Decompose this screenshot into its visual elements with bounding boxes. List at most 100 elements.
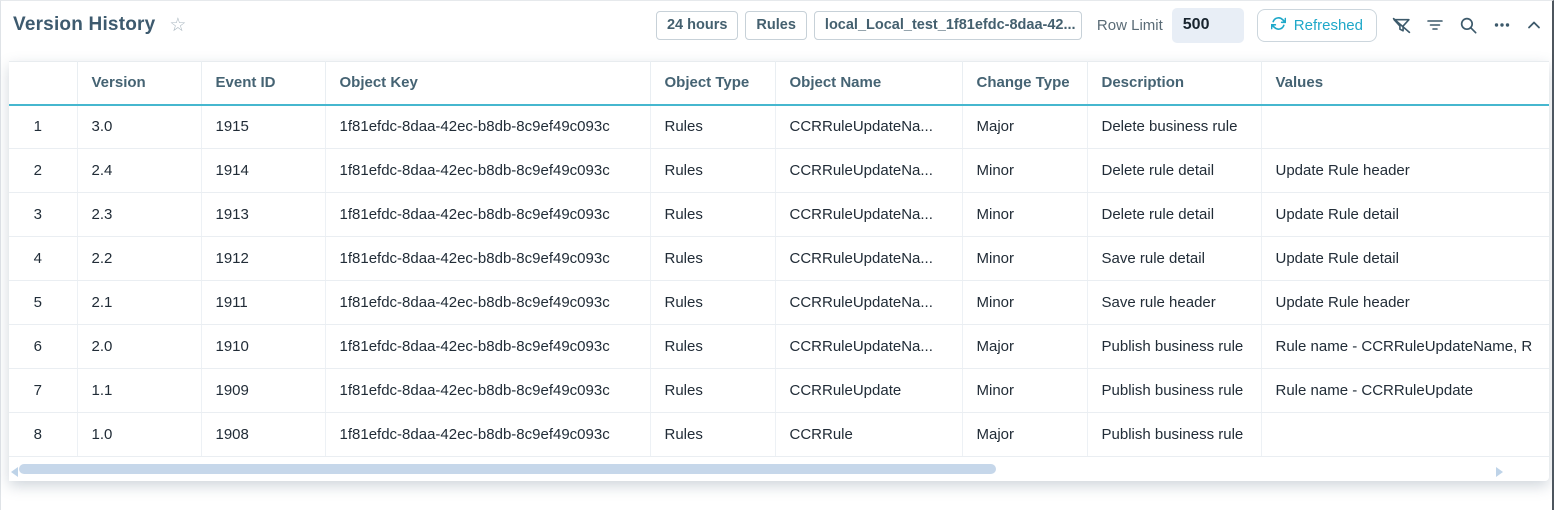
refresh-button-label: Refreshed [1294, 17, 1363, 34]
cell-object-name: CCRRuleUpdateNa... [775, 325, 962, 369]
cell-change-type: Minor [962, 369, 1087, 413]
cell-object-type: Rules [650, 325, 775, 369]
row-index: 5 [9, 281, 77, 325]
cell-event-id: 1913 [201, 193, 325, 237]
cell-values: Update Rule detail [1261, 193, 1549, 237]
row-index: 7 [9, 369, 77, 413]
scroll-left-arrow-icon[interactable] [11, 464, 18, 482]
cell-description: Delete rule detail [1087, 149, 1261, 193]
cell-change-type: Major [962, 325, 1087, 369]
cell-object-name: CCRRuleUpdate [775, 369, 962, 413]
cell-version: 1.0 [77, 413, 201, 457]
cell-object-name: CCRRuleUpdateNa... [775, 149, 962, 193]
horizontal-scrollbar[interactable] [9, 457, 1549, 481]
cell-object-key: 1f81efdc-8daa-42ec-b8db-8c9ef49c093c [325, 105, 650, 149]
row-index: 4 [9, 237, 77, 281]
cell-object-name: CCRRuleUpdateNa... [775, 193, 962, 237]
column-header-object-name[interactable]: Object Name [775, 62, 962, 105]
column-header-change-type[interactable]: Change Type [962, 62, 1087, 105]
cell-object-name: CCRRule [775, 413, 962, 457]
cell-object-name: CCRRuleUpdateNa... [775, 281, 962, 325]
filter-pill-object-key-label: local_Local_test_1f81efdc-8daa-42... [825, 17, 1076, 33]
filter-pill-object-type-label: Rules [756, 17, 796, 33]
cell-change-type: Minor [962, 281, 1087, 325]
filter-pill-time-range[interactable]: 24 hours [656, 11, 738, 40]
column-header-object-key[interactable]: Object Key [325, 62, 650, 105]
cell-version: 3.0 [77, 105, 201, 149]
version-history-table-card: Version Event ID Object Key Object Type … [9, 61, 1549, 481]
cell-object-type: Rules [650, 193, 775, 237]
row-index: 2 [9, 149, 77, 193]
cell-version: 2.0 [77, 325, 201, 369]
cell-values [1261, 105, 1549, 149]
cell-object-type: Rules [650, 149, 775, 193]
cell-description: Delete business rule [1087, 105, 1261, 149]
version-history-table: Version Event ID Object Key Object Type … [9, 61, 1549, 457]
scrollbar-thumb[interactable] [19, 464, 996, 474]
cell-object-type: Rules [650, 237, 775, 281]
cell-change-type: Minor [962, 193, 1087, 237]
column-header-index [9, 62, 77, 105]
cell-values: Update Rule header [1261, 149, 1549, 193]
page-title: Version History [13, 14, 155, 36]
table-row: 2 2.4 1914 1f81efdc-8daa-42ec-b8db-8c9ef… [9, 149, 1549, 193]
column-header-description[interactable]: Description [1087, 62, 1261, 105]
search-icon[interactable] [1459, 16, 1478, 35]
cell-object-key: 1f81efdc-8daa-42ec-b8db-8c9ef49c093c [325, 369, 650, 413]
cell-description: Save rule detail [1087, 237, 1261, 281]
cell-object-key: 1f81efdc-8daa-42ec-b8db-8c9ef49c093c [325, 413, 650, 457]
cell-description: Publish business rule [1087, 325, 1261, 369]
cell-event-id: 1915 [201, 105, 325, 149]
cell-description: Save rule header [1087, 281, 1261, 325]
cell-description: Delete rule detail [1087, 193, 1261, 237]
cell-object-type: Rules [650, 413, 775, 457]
cell-change-type: Major [962, 413, 1087, 457]
cell-version: 2.1 [77, 281, 201, 325]
cell-values: Update Rule detail [1261, 237, 1549, 281]
cell-values: Update Rule header [1261, 281, 1549, 325]
row-index: 3 [9, 193, 77, 237]
cell-values [1261, 413, 1549, 457]
clear-filter-icon[interactable] [1392, 16, 1411, 35]
cell-object-name: CCRRuleUpdateNa... [775, 105, 962, 149]
chart-header: Version History ☆ 24 hours Rules local_L… [1, 1, 1552, 49]
table-row: 8 1.0 1908 1f81efdc-8daa-42ec-b8db-8c9ef… [9, 413, 1549, 457]
filter-pill-object-key[interactable]: local_Local_test_1f81efdc-8daa-42... [814, 11, 1082, 40]
row-limit-input[interactable] [1172, 8, 1244, 43]
table-row: 3 2.3 1913 1f81efdc-8daa-42ec-b8db-8c9ef… [9, 193, 1549, 237]
cell-version: 1.1 [77, 369, 201, 413]
cell-values: Rule name - CCRRuleUpdateName, R [1261, 325, 1549, 369]
filter-lines-icon[interactable] [1426, 16, 1444, 34]
cell-object-key: 1f81efdc-8daa-42ec-b8db-8c9ef49c093c [325, 193, 650, 237]
cell-object-key: 1f81efdc-8daa-42ec-b8db-8c9ef49c093c [325, 237, 650, 281]
column-header-object-type[interactable]: Object Type [650, 62, 775, 105]
cell-event-id: 1914 [201, 149, 325, 193]
filter-pill-time-range-label: 24 hours [667, 17, 727, 33]
column-header-version[interactable]: Version [77, 62, 201, 105]
cell-event-id: 1910 [201, 325, 325, 369]
cell-description: Publish business rule [1087, 413, 1261, 457]
row-limit-label: Row Limit [1097, 17, 1163, 34]
refresh-icon [1271, 16, 1286, 35]
cell-change-type: Major [962, 105, 1087, 149]
scroll-right-arrow-icon[interactable] [1496, 464, 1503, 482]
table-header-row: Version Event ID Object Key Object Type … [9, 62, 1549, 105]
cell-version: 2.3 [77, 193, 201, 237]
refresh-button[interactable]: Refreshed [1257, 9, 1377, 42]
more-icon[interactable] [1493, 16, 1511, 34]
cell-object-type: Rules [650, 369, 775, 413]
cell-object-type: Rules [650, 281, 775, 325]
cell-object-name: CCRRuleUpdateNa... [775, 237, 962, 281]
cell-event-id: 1909 [201, 369, 325, 413]
cell-event-id: 1911 [201, 281, 325, 325]
filter-pill-object-type[interactable]: Rules [745, 11, 807, 40]
row-index: 8 [9, 413, 77, 457]
cell-version: 2.2 [77, 237, 201, 281]
favorite-star-icon[interactable]: ☆ [169, 16, 186, 35]
column-header-event-id[interactable]: Event ID [201, 62, 325, 105]
cell-event-id: 1908 [201, 413, 325, 457]
column-header-values[interactable]: Values [1261, 62, 1549, 105]
collapse-chevron-up-icon[interactable] [1526, 17, 1542, 33]
cell-object-key: 1f81efdc-8daa-42ec-b8db-8c9ef49c093c [325, 281, 650, 325]
table-row: 7 1.1 1909 1f81efdc-8daa-42ec-b8db-8c9ef… [9, 369, 1549, 413]
